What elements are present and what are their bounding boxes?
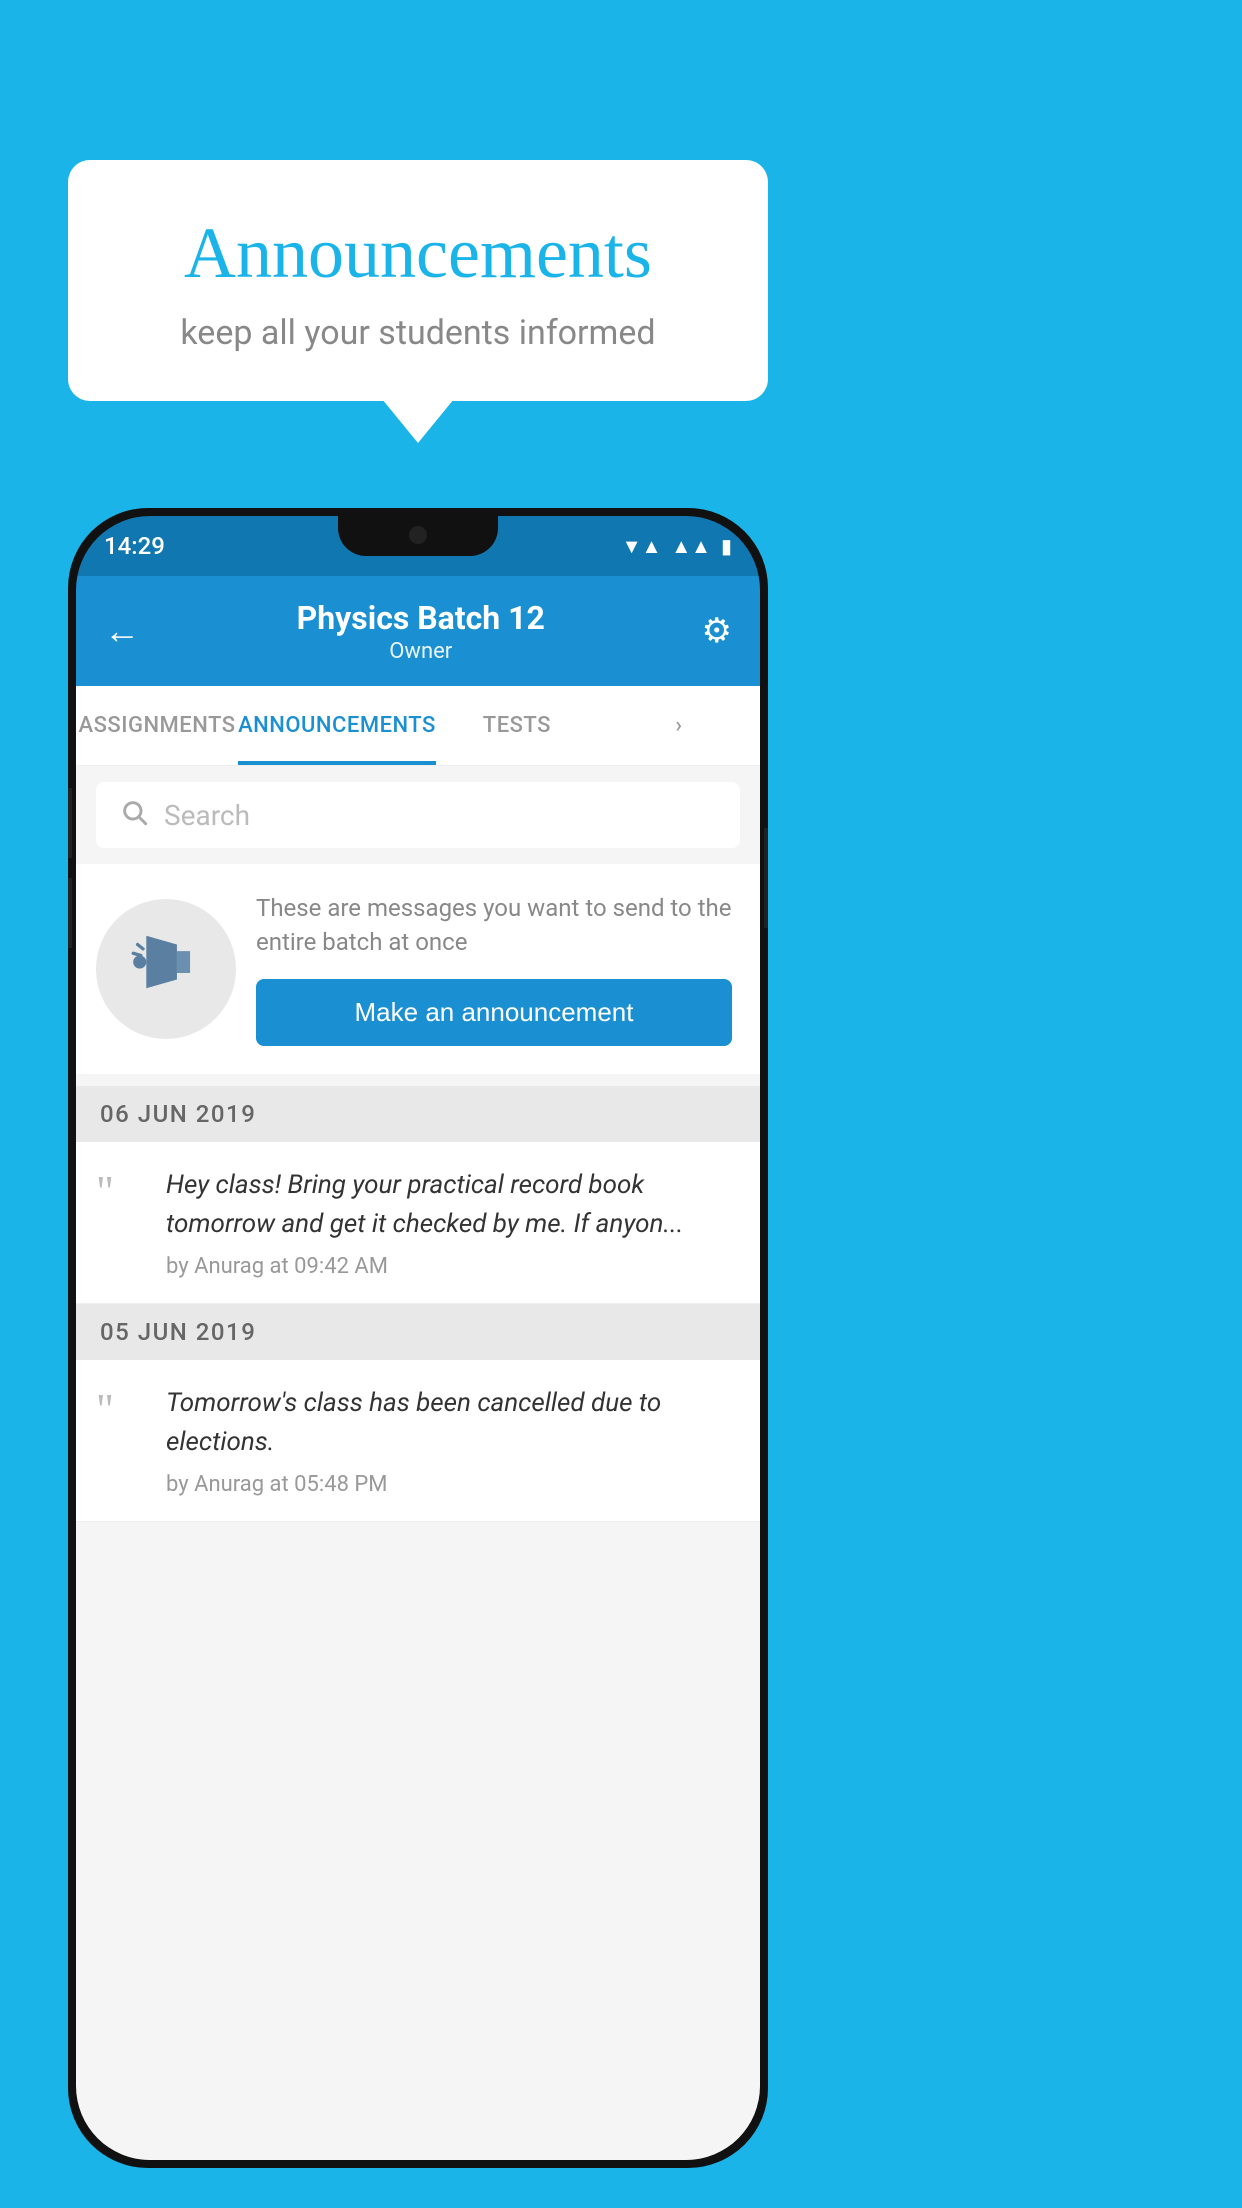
volume-down-button[interactable]	[68, 878, 72, 948]
tab-announcements[interactable]: ANNOUNCEMENTS	[238, 686, 436, 765]
battery-icon: ▮	[721, 534, 732, 558]
settings-icon[interactable]: ⚙	[702, 611, 732, 651]
signal-icon: ▲▲	[671, 534, 711, 559]
camera	[409, 526, 427, 544]
power-button[interactable]	[764, 828, 768, 928]
announcement-content-2: Tomorrow's class has been cancelled due …	[166, 1384, 736, 1497]
phone-frame: 14:29 ▼▲ ▲▲ ▮ ← Physics Batch 12 Owner ⚙…	[68, 508, 768, 2168]
date-separator-2: 05 JUN 2019	[76, 1304, 760, 1360]
tab-assignments[interactable]: ASSIGNMENTS	[76, 686, 238, 765]
tab-bar: ASSIGNMENTS ANNOUNCEMENTS TESTS ›	[76, 686, 760, 766]
app-bar-subtitle: Owner	[297, 639, 545, 664]
speech-bubble-container: Announcements keep all your students inf…	[68, 160, 768, 401]
status-time: 14:29	[104, 532, 165, 560]
date-separator-1: 06 JUN 2019	[76, 1086, 760, 1142]
wifi-icon: ▼▲	[622, 534, 662, 559]
announcement-text-2: Tomorrow's class has been cancelled due …	[166, 1384, 736, 1462]
promo-right: These are messages you want to send to t…	[256, 892, 732, 1046]
app-bar: ← Physics Batch 12 Owner ⚙	[76, 576, 760, 686]
bubble-title: Announcements	[128, 212, 708, 295]
tab-tests[interactable]: TESTS	[436, 686, 598, 765]
app-bar-title: Physics Batch 12	[297, 599, 545, 637]
volume-up-button[interactable]	[68, 788, 72, 858]
announcement-meta-1: by Anurag at 09:42 AM	[166, 1254, 736, 1279]
make-announcement-button[interactable]: Make an announcement	[256, 979, 732, 1046]
notch	[338, 516, 498, 556]
back-button[interactable]: ←	[104, 610, 140, 652]
tab-more[interactable]: ›	[598, 686, 760, 765]
app-bar-title-container: Physics Batch 12 Owner	[297, 599, 545, 664]
status-icons: ▼▲ ▲▲ ▮	[622, 534, 732, 559]
screen-content: Search	[76, 766, 760, 2160]
phone-inner: 14:29 ▼▲ ▲▲ ▮ ← Physics Batch 12 Owner ⚙…	[76, 516, 760, 2160]
promo-icon-circle	[96, 899, 236, 1039]
megaphone-icon	[131, 927, 201, 1011]
quote-icon-1: "	[96, 1170, 146, 1214]
search-placeholder: Search	[164, 799, 250, 832]
speech-bubble: Announcements keep all your students inf…	[68, 160, 768, 401]
announcement-item-1[interactable]: " Hey class! Bring your practical record…	[76, 1142, 760, 1304]
search-icon	[120, 798, 148, 833]
announcement-item-2[interactable]: " Tomorrow's class has been cancelled du…	[76, 1360, 760, 1522]
announcement-content-1: Hey class! Bring your practical record b…	[166, 1166, 736, 1279]
promo-description: These are messages you want to send to t…	[256, 892, 732, 959]
search-bar[interactable]: Search	[96, 782, 740, 848]
announcement-meta-2: by Anurag at 05:48 PM	[166, 1472, 736, 1497]
announcement-text-1: Hey class! Bring your practical record b…	[166, 1166, 736, 1244]
bubble-subtitle: keep all your students informed	[128, 313, 708, 353]
quote-icon-2: "	[96, 1388, 146, 1432]
announcement-promo: These are messages you want to send to t…	[76, 864, 760, 1074]
